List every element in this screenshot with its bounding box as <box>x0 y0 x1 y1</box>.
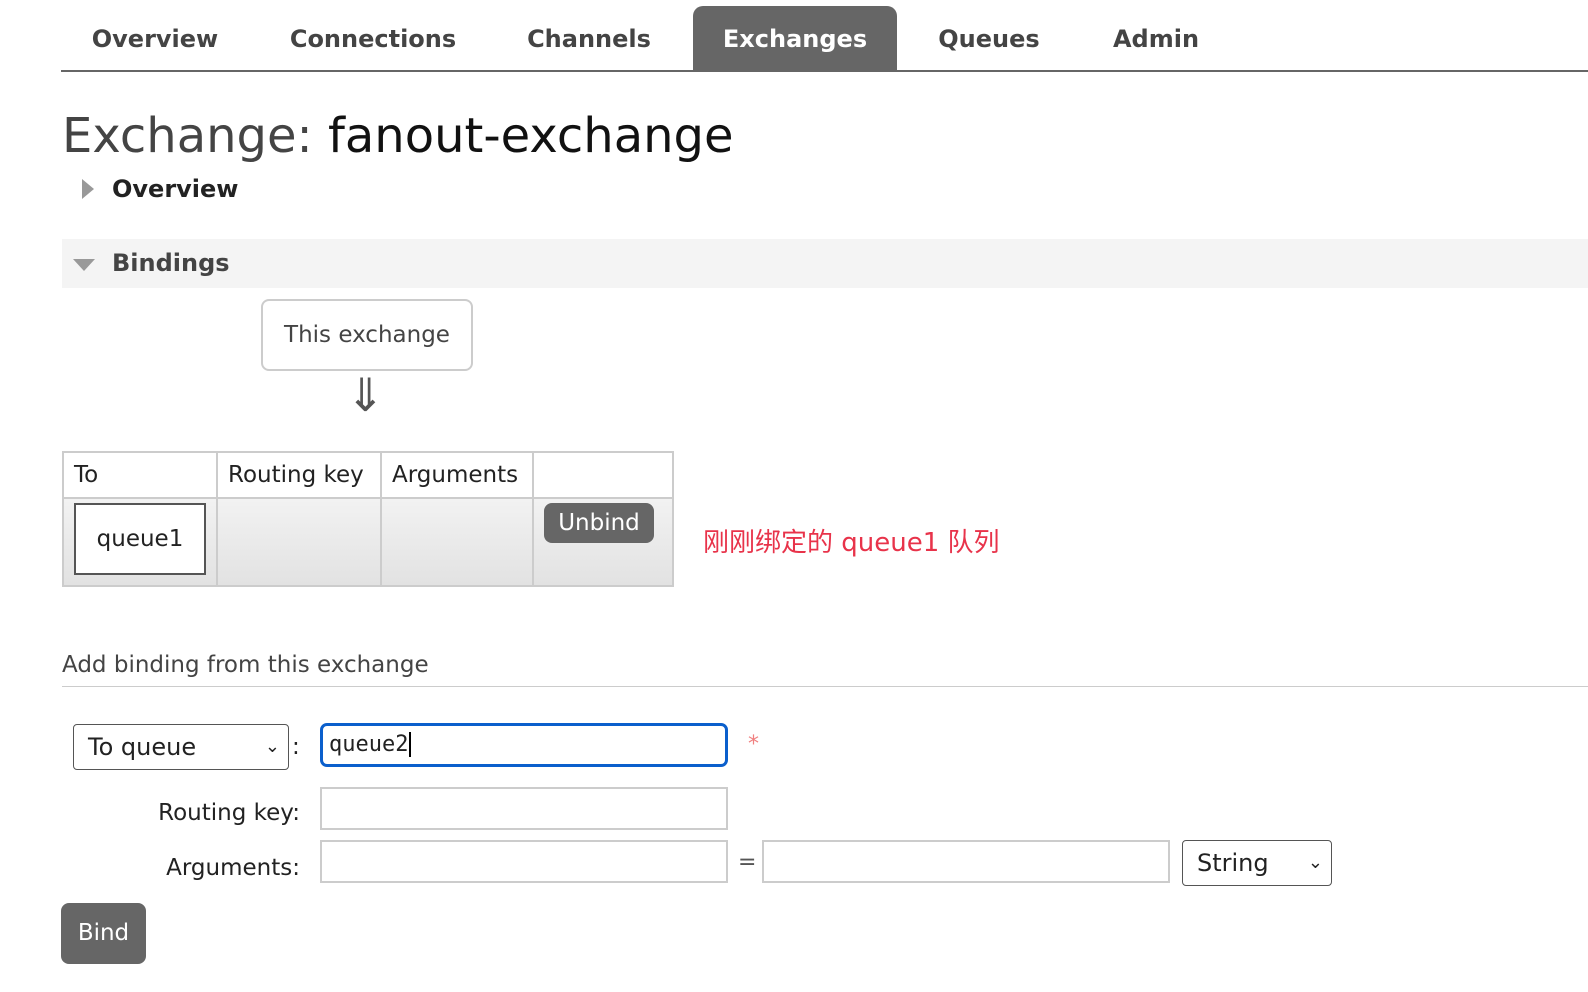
tab-connections[interactable]: Connections <box>261 6 485 70</box>
destination-type-select[interactable]: To queue ⌄ <box>73 724 289 770</box>
routing-key-input[interactable] <box>320 787 728 830</box>
argument-key-input[interactable] <box>320 840 728 883</box>
down-arrow-icon: ⇓ <box>346 368 385 422</box>
top-nav: Overview Connections Channels Exchanges … <box>61 0 1588 72</box>
bindings-table: To Routing key Arguments queue1 Unbind <box>62 451 674 587</box>
text-cursor <box>409 732 412 757</box>
tab-admin[interactable]: Admin <box>1091 6 1221 70</box>
exchange-name: fanout-exchange <box>327 108 734 164</box>
colon: : <box>292 734 300 760</box>
bind-button[interactable]: Bind <box>61 903 146 964</box>
table-row: queue1 Unbind <box>62 497 674 587</box>
col-actions <box>532 451 674 499</box>
section-bindings-toggle[interactable]: Bindings <box>62 239 1588 288</box>
caret-down-icon <box>73 259 95 271</box>
tab-channels[interactable]: Channels <box>501 6 677 70</box>
this-exchange-box: This exchange <box>261 299 473 371</box>
equals-sign: = <box>738 850 757 875</box>
add-binding-heading: Add binding from this exchange <box>62 652 1588 687</box>
queue-link[interactable]: queue1 <box>74 503 206 575</box>
destination-type-value: To queue <box>88 733 197 761</box>
destination-input[interactable]: queue2 <box>320 723 728 767</box>
annotation-text: 刚刚绑定的 queue1 队列 <box>703 528 1000 558</box>
col-to: To <box>62 451 218 499</box>
tab-exchanges[interactable]: Exchanges <box>693 6 897 70</box>
section-bindings-label: Bindings <box>112 249 230 277</box>
argument-type-select[interactable]: String ⌄ <box>1182 840 1332 886</box>
routing-key-label: Routing key: <box>158 800 300 826</box>
argument-type-value: String <box>1197 849 1269 877</box>
section-overview-label: Overview <box>112 175 239 203</box>
routing-key-cell <box>216 497 382 587</box>
col-routing-key: Routing key <box>216 451 382 499</box>
arguments-cell <box>380 497 534 587</box>
unbind-button[interactable]: Unbind <box>544 503 654 543</box>
chevron-down-icon: ⌄ <box>1307 852 1323 873</box>
section-overview-toggle[interactable]: Overview <box>62 172 1588 212</box>
title-prefix: Exchange: <box>62 108 313 164</box>
tab-queues[interactable]: Queues <box>921 6 1057 70</box>
chevron-down-icon: ⌄ <box>264 736 280 757</box>
caret-right-icon <box>82 179 94 199</box>
page-title: Exchange: fanout-exchange <box>62 108 734 164</box>
destination-value: queue2 <box>329 732 409 757</box>
required-mark: * <box>748 732 759 757</box>
col-arguments: Arguments <box>380 451 534 499</box>
tab-overview[interactable]: Overview <box>61 6 249 70</box>
argument-value-input[interactable] <box>762 840 1170 883</box>
arguments-label: Arguments: <box>166 855 300 881</box>
